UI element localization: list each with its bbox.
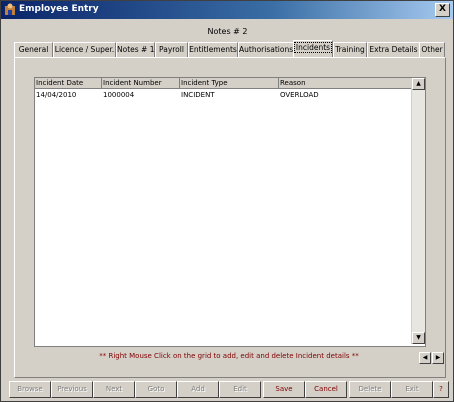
record-toolbar: Browse Previous Next Goto Add Edit Save … xyxy=(9,381,449,398)
incidents-grid[interactable]: Incident Date Incident Number Incident T… xyxy=(34,77,426,347)
scroll-up-icon[interactable]: ▲ xyxy=(412,78,425,90)
tab-extra-details[interactable]: Extra Details xyxy=(367,42,420,57)
exit-button[interactable]: Exit xyxy=(391,381,433,398)
scroll-right-icon[interactable]: ▶ xyxy=(432,352,444,364)
tab-authorisations[interactable]: Authorisations xyxy=(238,42,294,57)
column-header-reason[interactable]: Reason xyxy=(279,78,412,89)
tab-label: General xyxy=(18,45,49,54)
grid-hint-text: ** Right Mouse Click on the grid to add,… xyxy=(99,352,359,360)
cell-incident-type: INCIDENT xyxy=(181,91,215,99)
column-header-incident-number[interactable]: Incident Number xyxy=(102,78,180,89)
edit-button[interactable]: Edit xyxy=(219,381,261,398)
tab-label: Entitlements xyxy=(189,45,237,54)
tab-label: Training xyxy=(335,45,365,54)
column-header-incident-date[interactable]: Incident Date xyxy=(35,78,102,89)
next-button[interactable]: Next xyxy=(93,381,135,398)
save-button[interactable]: Save xyxy=(263,381,305,398)
scroll-down-icon[interactable]: ▼ xyxy=(412,332,425,344)
cell-incident-date: 14/04/2010 xyxy=(36,91,77,99)
window-title: Employee Entry xyxy=(19,4,99,14)
browse-button[interactable]: Browse xyxy=(9,381,51,398)
tab-label: Incidents xyxy=(293,42,333,53)
app-icon xyxy=(4,3,16,16)
employee-entry-window: Employee Entry X Notes # 2 General Licen… xyxy=(0,0,454,402)
cell-incident-number: 1000004 xyxy=(103,91,135,99)
tab-label: Licence / Super. xyxy=(54,45,115,54)
tab-label: Extra Details xyxy=(369,45,418,54)
help-button[interactable]: ? xyxy=(433,381,449,398)
vertical-scrollbar[interactable]: ▲ ▼ xyxy=(411,78,425,344)
column-header-incident-type[interactable]: Incident Type xyxy=(180,78,279,89)
tab-licence-super[interactable]: Licence / Super. xyxy=(53,42,116,57)
previous-button[interactable]: Previous xyxy=(51,381,93,398)
tab-general[interactable]: General xyxy=(14,42,53,57)
tab-label: Authorisations xyxy=(239,45,294,54)
tab-other[interactable]: Other xyxy=(419,42,445,57)
pane-title: Notes # 2 xyxy=(207,27,248,36)
tab-training[interactable]: Training xyxy=(333,42,367,57)
tab-label: Other xyxy=(421,45,443,54)
close-button[interactable]: X xyxy=(435,3,450,17)
add-button[interactable]: Add xyxy=(177,381,219,398)
tab-strip: General Licence / Super. Notes # 1 Payro… xyxy=(14,40,445,57)
tab-payroll[interactable]: Payroll xyxy=(155,42,188,57)
goto-button[interactable]: Goto xyxy=(135,381,177,398)
tab-label: Payroll xyxy=(159,45,184,54)
tab-incidents[interactable]: Incidents xyxy=(293,40,333,57)
cell-reason: OVERLOAD xyxy=(280,91,319,99)
delete-button[interactable]: Delete xyxy=(349,381,391,398)
tab-notes-1[interactable]: Notes # 1 xyxy=(116,42,155,57)
tab-label: Notes # 1 xyxy=(117,45,155,54)
tab-entitlements[interactable]: Entitlements xyxy=(188,42,238,57)
scroll-left-icon[interactable]: ◀ xyxy=(419,352,431,364)
grid-header: Incident Date Incident Number Incident T… xyxy=(35,78,412,89)
cancel-button[interactable]: Cancel xyxy=(305,381,347,398)
title-bar[interactable]: Employee Entry X xyxy=(1,1,453,19)
